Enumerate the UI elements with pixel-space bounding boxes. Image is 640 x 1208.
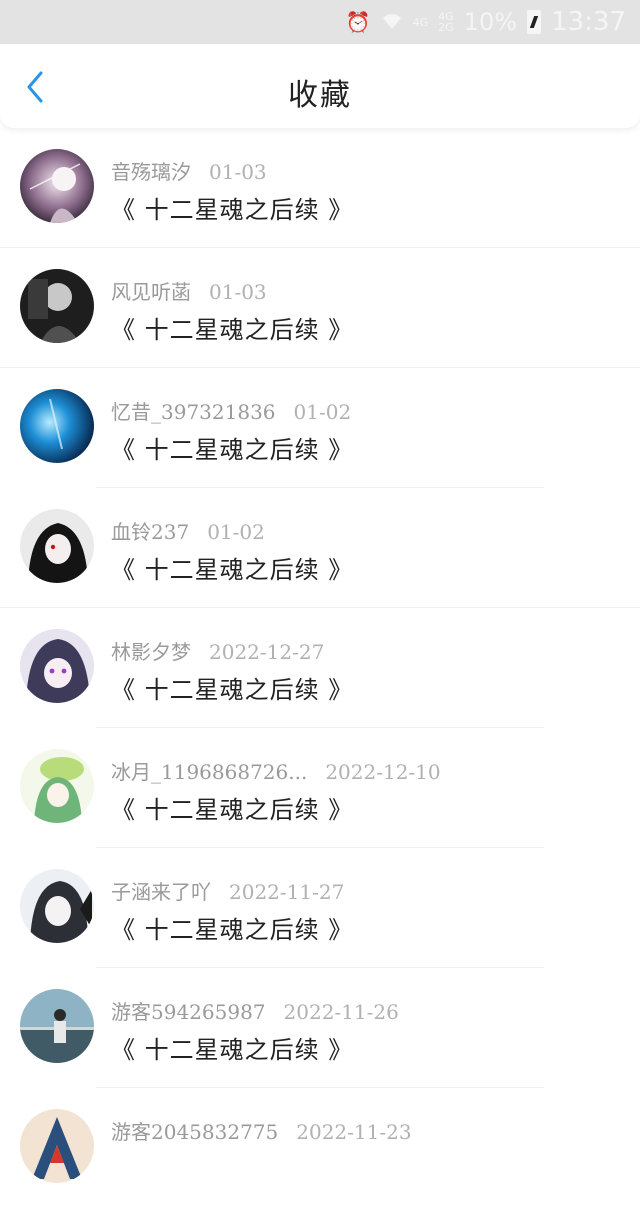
favorite-meta: 血铃237 01-02 — [111, 516, 265, 545]
avatar[interactable] — [20, 989, 94, 1063]
favorite-date: 01-02 — [293, 400, 352, 424]
favorite-item[interactable]: 游客2045832775 2022-11-23 — [0, 1088, 640, 1208]
favorite-item[interactable]: 风见听菡 01-03 《 十二星魂之后续 》 — [0, 248, 640, 368]
header-bar: 收藏 — [0, 44, 640, 128]
avatar[interactable] — [20, 749, 94, 823]
favorite-item[interactable]: 音殇璃汐 01-03 《 十二星魂之后续 》 — [0, 128, 640, 248]
favorite-meta: 子涵来了吖 2022-11-27 — [111, 876, 344, 905]
favorite-date: 01-03 — [209, 280, 267, 304]
favorite-date: 01-02 — [207, 520, 265, 544]
book-title[interactable]: 《 十二星魂之后续 》 — [111, 310, 353, 345]
book-title[interactable]: 《 十二星魂之后续 》 — [111, 1030, 353, 1065]
favorite-date: 2022-11-27 — [229, 880, 345, 904]
battery-charging-icon — [527, 10, 542, 34]
favorite-meta: 游客2045832775 2022-11-23 — [111, 1116, 412, 1145]
favorites-list: 音殇璃汐 01-03 《 十二星魂之后续 》 风见听菡 01-03 《 十二星魂之后… — [0, 128, 640, 1208]
clock-time: 13:37 — [551, 7, 626, 37]
network-dual-indicator: 4G 2G — [438, 11, 454, 33]
book-title[interactable]: 《 十二星魂之后续 》 — [111, 430, 353, 465]
network-label-1: 4G — [412, 15, 429, 29]
avatar[interactable] — [20, 869, 94, 943]
favorite-meta: 游客594265987 2022-11-26 — [111, 996, 399, 1025]
username[interactable]: 子涵来了吖 — [111, 880, 211, 904]
favorite-meta: 音殇璃汐 01-03 — [111, 156, 267, 185]
favorite-date: 2022-11-26 — [283, 1000, 399, 1024]
favorite-date: 01-03 — [209, 160, 267, 184]
username[interactable]: 血铃237 — [111, 520, 189, 544]
favorite-meta: 忆昔_397321836 01-02 — [111, 396, 351, 425]
username[interactable]: 游客2045832775 — [111, 1120, 278, 1144]
favorite-item[interactable]: 冰月_1196868726... 2022-12-10 《 十二星魂之后续 》 — [0, 728, 640, 848]
favorite-meta: 风见听菡 01-03 — [111, 276, 267, 305]
book-title[interactable]: 《 十二星魂之后续 》 — [111, 790, 353, 825]
favorite-item[interactable]: 游客594265987 2022-11-26 《 十二星魂之后续 》 — [0, 968, 640, 1088]
favorite-date: 2022-12-10 — [325, 760, 441, 784]
favorite-meta: 林影夕梦 2022-12-27 — [111, 636, 324, 665]
page-title: 收藏 — [288, 78, 352, 113]
book-title[interactable]: 《 十二星魂之后续 》 — [111, 550, 353, 585]
avatar[interactable] — [20, 269, 94, 343]
avatar[interactable] — [20, 629, 94, 703]
username[interactable]: 游客594265987 — [111, 1000, 266, 1024]
battery-percent: 10% — [463, 8, 518, 36]
favorite-date: 2022-12-27 — [209, 640, 325, 664]
status-bar: ⏰ 4G 4G 2G 10% 13:37 — [0, 0, 640, 44]
favorite-item[interactable]: 林影夕梦 2022-12-27 《 十二星魂之后续 》 — [0, 608, 640, 728]
username[interactable]: 音殇璃汐 — [111, 160, 191, 184]
avatar[interactable] — [20, 1109, 94, 1183]
favorite-item[interactable]: 忆昔_397321836 01-02 《 十二星魂之后续 》 — [0, 368, 640, 488]
book-title[interactable]: 《 十二星魂之后续 》 — [111, 670, 353, 705]
network-4g-indicator: 4G — [413, 17, 429, 28]
username[interactable]: 风见听菡 — [111, 280, 191, 304]
book-title[interactable]: 《 十二星魂之后续 》 — [111, 190, 353, 225]
username[interactable]: 林影夕梦 — [111, 640, 191, 664]
favorite-meta: 冰月_1196868726... 2022-12-10 — [111, 756, 441, 785]
favorite-date: 2022-11-23 — [296, 1120, 412, 1144]
book-title[interactable]: 《 十二星魂之后续 》 — [111, 910, 353, 945]
username[interactable]: 冰月_1196868726... — [111, 760, 307, 784]
wifi-icon — [381, 11, 403, 34]
avatar[interactable] — [20, 149, 94, 223]
alarm-icon: ⏰ — [345, 10, 371, 34]
network-label-2-bottom: 2G — [438, 21, 454, 34]
avatar[interactable] — [20, 389, 94, 463]
username[interactable]: 忆昔_397321836 — [111, 400, 276, 424]
avatar[interactable] — [20, 509, 94, 583]
favorite-item[interactable]: 血铃237 01-02 《 十二星魂之后续 》 — [0, 488, 640, 608]
favorite-item[interactable]: 子涵来了吖 2022-11-27 《 十二星魂之后续 》 — [0, 848, 640, 968]
